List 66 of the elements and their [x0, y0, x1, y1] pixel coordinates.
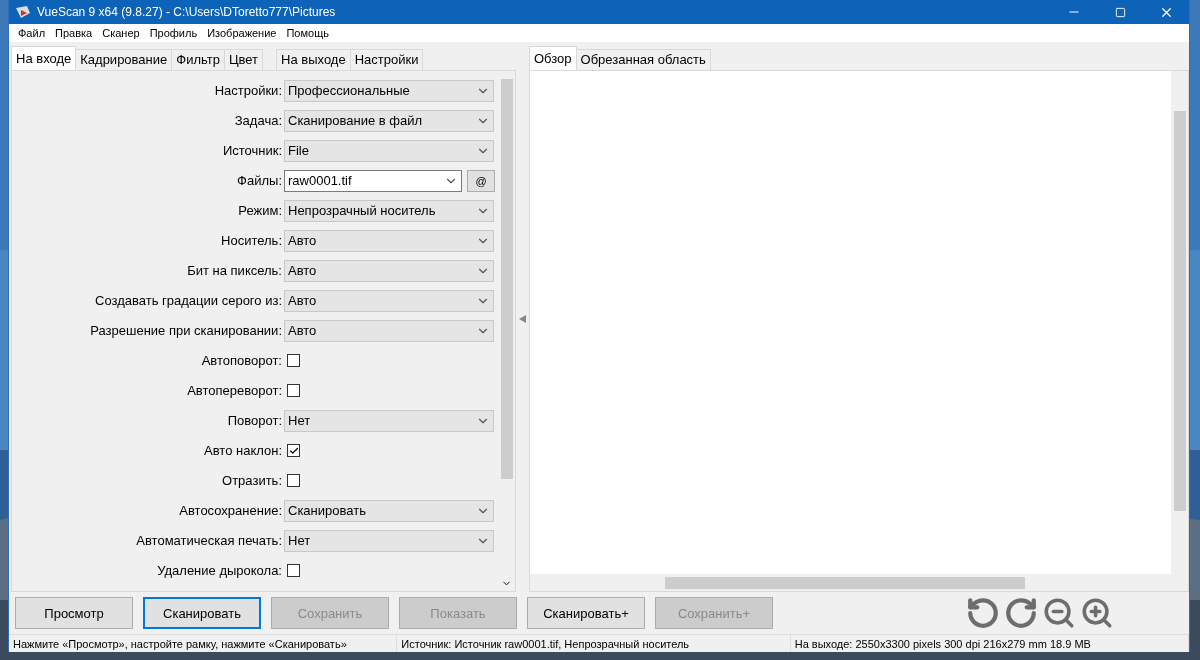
tab[interactable]: Обрезанная область [575, 48, 711, 70]
zoom-out-icon[interactable] [1042, 596, 1076, 631]
dropdown[interactable]: Авто [284, 259, 494, 282]
status-text: Источник: Источник raw0001.tif, Непрозрачный носитель [397, 635, 791, 652]
rotate-left-icon[interactable] [966, 596, 1000, 631]
field-label: Режим: [237, 203, 283, 219]
menu-item[interactable]: Сканер [97, 27, 145, 39]
collapse-icon[interactable] [519, 315, 526, 324]
tab[interactable]: Фильтр [171, 48, 225, 70]
tab[interactable]: Обзор [529, 45, 577, 70]
field-label: Удаление дырокола: [156, 563, 283, 579]
field-label: Настройки: [213, 83, 283, 99]
dropdown[interactable]: Авто [284, 289, 494, 312]
field-label: Носитель: [220, 233, 283, 249]
menu-item[interactable]: Правка [50, 27, 98, 39]
field-label: Задача: [233, 113, 283, 129]
menu-item[interactable]: Файл [13, 27, 51, 39]
dropdown[interactable]: Авто [284, 319, 494, 342]
tab[interactable]: Кадрирование [75, 48, 173, 70]
zoom-in-icon[interactable] [1080, 596, 1114, 631]
checkbox[interactable] [287, 564, 300, 578]
dropdown[interactable]: File [284, 139, 494, 162]
check-icon [288, 445, 299, 456]
checkbox[interactable] [287, 354, 300, 368]
field-label: Автосохранение: [178, 503, 283, 519]
checkbox[interactable] [287, 384, 300, 398]
dropdown[interactable]: Профессиональные [284, 79, 494, 102]
scrollbar[interactable] [1171, 70, 1188, 575]
menu-item[interactable]: Профиль [144, 27, 203, 39]
window-title: VueScan 9 x64 (9.8.27) - C:\Users\DToretto777\Pictures [37, 5, 337, 19]
action-button[interactable]: Сканировать [143, 597, 261, 630]
checkbox[interactable] [287, 444, 300, 458]
tab[interactable]: Настройки [349, 48, 424, 70]
field-label: Автоматическая печать: [135, 533, 283, 549]
dropdown[interactable]: Нет [284, 529, 494, 552]
tab[interactable]: Цвет [223, 48, 264, 70]
scanner-icon [15, 5, 31, 19]
status-text: На выходе: 2550x3300 pixels 300 dpi 216x279 mm 18.9 MB [790, 635, 1189, 652]
menu-item[interactable]: Помощь [281, 27, 334, 39]
field-label: Файлы: [236, 173, 283, 189]
dropdown[interactable]: Сканировать [284, 499, 494, 522]
rotate-right-icon[interactable] [1004, 596, 1038, 631]
menu-item[interactable]: Изображение [202, 27, 282, 39]
dropdown[interactable]: Сканирование в файл [284, 109, 494, 132]
browse-button[interactable]: @ [467, 169, 495, 192]
checkbox[interactable] [287, 474, 300, 488]
scrollbar[interactable] [530, 574, 1188, 592]
field-label: Авто наклон: [203, 443, 283, 459]
field-label: Создавать градации серого из: [94, 293, 283, 309]
field-label: Разрешение при сканировании: [89, 323, 283, 339]
tab[interactable]: На выходе [276, 48, 351, 70]
field-label: Поворот: [226, 413, 283, 429]
dropdown[interactable]: Нет [284, 409, 494, 432]
field-label: Отразить: [221, 473, 283, 489]
status-text: Нажмите «Просмотр», настройте рамку, нажмите «Сканировать» [9, 635, 398, 652]
field-label: Бит на пиксель: [186, 263, 283, 279]
field-label: Автоповорот: [200, 353, 283, 369]
dropdown[interactable]: Непрозрачный носитель [284, 199, 494, 222]
action-button[interactable]: Сканировать+ [527, 597, 645, 630]
tab[interactable]: На входе [11, 45, 77, 70]
maximize-icon[interactable] [1114, 6, 1126, 18]
field-label: Источник: [221, 143, 283, 159]
field-label: Автопереворот: [186, 383, 283, 399]
action-button[interactable]: Просмотр [15, 597, 133, 630]
file-input-field[interactable]: raw0001.tif [284, 169, 462, 192]
dropdown[interactable]: Авто [284, 229, 494, 252]
